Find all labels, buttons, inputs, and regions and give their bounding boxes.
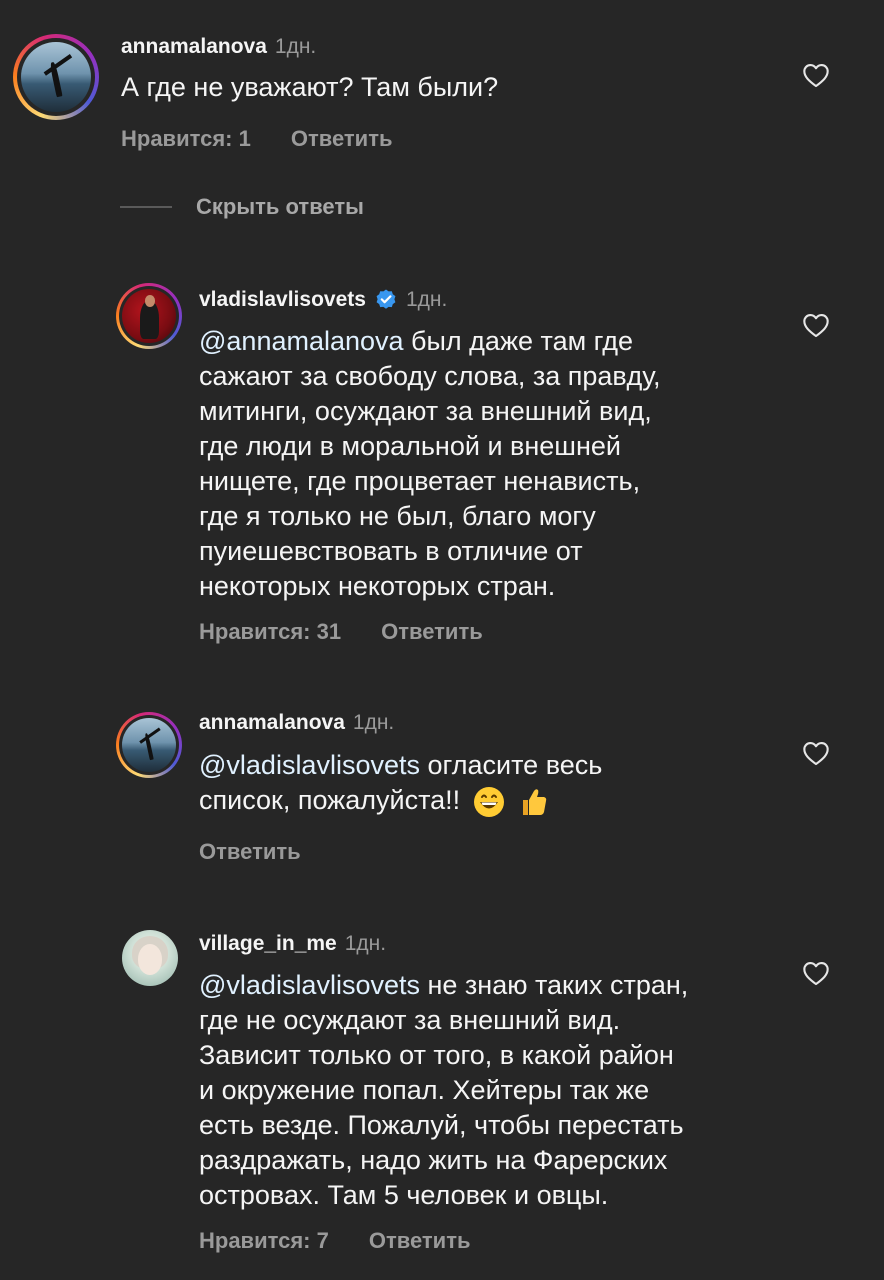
mention-link[interactable]: @annamalanova: [199, 326, 404, 356]
username[interactable]: annamalanova: [121, 35, 267, 59]
hide-replies-label[interactable]: Скрыть ответы: [196, 194, 364, 220]
mention-link[interactable]: @vladislavlisovets: [199, 970, 420, 1000]
comment-text: @vladislavlisovets не знаю таких стран, …: [199, 968, 688, 1213]
avatar[interactable]: [116, 712, 182, 778]
username[interactable]: annamalanova: [199, 711, 345, 735]
heart-icon[interactable]: [802, 960, 830, 986]
text-line: не знаю таких стран,: [419, 970, 689, 1000]
comment-text: @annamalanova был даже там где сажают за…: [199, 324, 661, 604]
heart-icon[interactable]: [802, 62, 830, 88]
comment-header: village_in_me 1дн.: [199, 932, 386, 956]
timestamp: 1дн.: [352, 711, 395, 734]
timestamp: 1дн.: [344, 932, 387, 955]
text-line: Зависит только от того, в какой район: [199, 1040, 674, 1070]
comment-text: А где не уважают? Там были?: [121, 72, 499, 102]
thumbs-up-emoji: [523, 789, 547, 815]
text-line: митинги, осуждают за внешний вид,: [199, 396, 652, 426]
likes-count[interactable]: Нравится: 31: [199, 619, 341, 645]
text-line: и окружение попал. Хейтеры так же: [199, 1075, 650, 1105]
text-line: где я только не был, благо могу: [199, 501, 596, 531]
text-line: был даже там где: [403, 326, 634, 356]
timestamp: 1дн.: [405, 288, 448, 311]
comment-header: annamalanova 1дн.: [199, 711, 394, 735]
text-line: где люди в моральной и внешней: [199, 431, 621, 461]
text-line: островах. Там 5 человек и овцы.: [199, 1180, 609, 1210]
likes-count[interactable]: Нравится: 1: [121, 126, 251, 152]
mention-link[interactable]: @vladislavlisovets: [199, 750, 420, 780]
hide-replies-button[interactable]: Скрыть ответы: [120, 194, 364, 220]
comment-text: @vladislavlisovets огласите весь список,…: [199, 748, 602, 819]
comment-annamalanova-1: annamalanova 1дн. А где не уважают? Там …: [0, 0, 884, 180]
avatar[interactable]: [116, 283, 182, 349]
text-line: пуиешевствовать в отличие от: [199, 536, 583, 566]
reply-button[interactable]: Ответить: [369, 1228, 471, 1254]
heart-icon[interactable]: [802, 740, 830, 766]
reply-button[interactable]: Ответить: [381, 619, 483, 645]
avatar[interactable]: [13, 34, 99, 120]
text-line: раздражать, надо жить на Фарерских: [199, 1145, 668, 1175]
text-line: сажают за свободу слова, за правду,: [199, 361, 661, 391]
text-line: где не осуждают за внешний вид.: [199, 1005, 621, 1035]
text-line: список, пожалуйста!!: [199, 785, 461, 815]
heart-icon[interactable]: [802, 312, 830, 338]
comment-header: vladislavlisovets 1дн.: [199, 288, 447, 312]
text-line: некоторых некоторых стран.: [199, 571, 556, 601]
avatar[interactable]: [122, 930, 178, 986]
username[interactable]: village_in_me: [199, 932, 337, 956]
verified-badge-icon: [376, 289, 396, 309]
likes-count[interactable]: Нравится: 7: [199, 1228, 329, 1254]
text-line: огласите весь: [419, 750, 603, 780]
reply-button[interactable]: Ответить: [291, 126, 393, 152]
text-line: нищете, где процветает ненависть,: [199, 466, 641, 496]
comment-header: annamalanova 1дн.: [121, 35, 316, 59]
grinning-face-emoji: [473, 786, 504, 817]
divider: [120, 206, 172, 208]
timestamp: 1дн.: [274, 35, 317, 58]
reply-button[interactable]: Ответить: [199, 839, 301, 865]
text-line: есть везде. Пожалуй, чтобы перестать: [199, 1110, 684, 1140]
username[interactable]: vladislavlisovets: [199, 288, 366, 312]
